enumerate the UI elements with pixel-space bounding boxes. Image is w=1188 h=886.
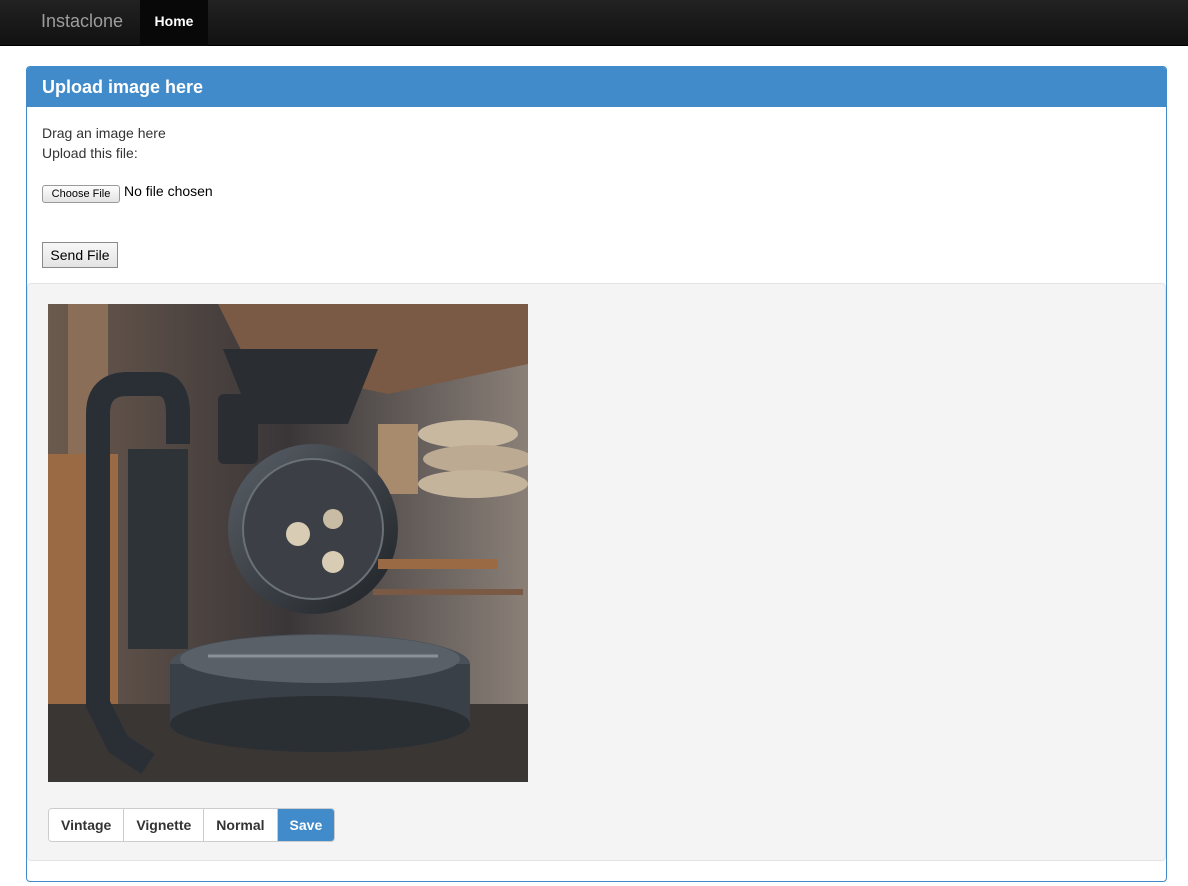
panel-heading: Upload image here <box>27 67 1166 107</box>
save-button[interactable]: Save <box>277 809 335 841</box>
send-file-button[interactable]: Send File <box>42 242 118 268</box>
nav-home-link[interactable]: Home <box>140 0 208 46</box>
upload-panel: Upload image here Drag an image here Upl… <box>26 66 1167 882</box>
choose-file-button[interactable]: Choose File <box>42 185 120 203</box>
panel-title: Upload image here <box>42 77 204 97</box>
filter-button-group: Vintage Vignette Normal Save <box>48 808 336 842</box>
vintage-filter-button[interactable]: Vintage <box>49 809 125 841</box>
uploaded-photo <box>48 304 528 782</box>
vignette-filter-button[interactable]: Vignette <box>124 809 205 841</box>
top-navbar: Instaclone Home <box>0 0 1188 46</box>
brand-link[interactable]: Instaclone <box>41 11 123 32</box>
image-editor-well: Vintage Vignette Normal Save <box>27 283 1166 861</box>
normal-filter-button[interactable]: Normal <box>204 809 278 841</box>
upload-label: Upload this file: <box>42 145 138 161</box>
file-status-text: No file chosen <box>124 183 213 199</box>
drag-hint-text: Drag an image here <box>42 125 166 141</box>
